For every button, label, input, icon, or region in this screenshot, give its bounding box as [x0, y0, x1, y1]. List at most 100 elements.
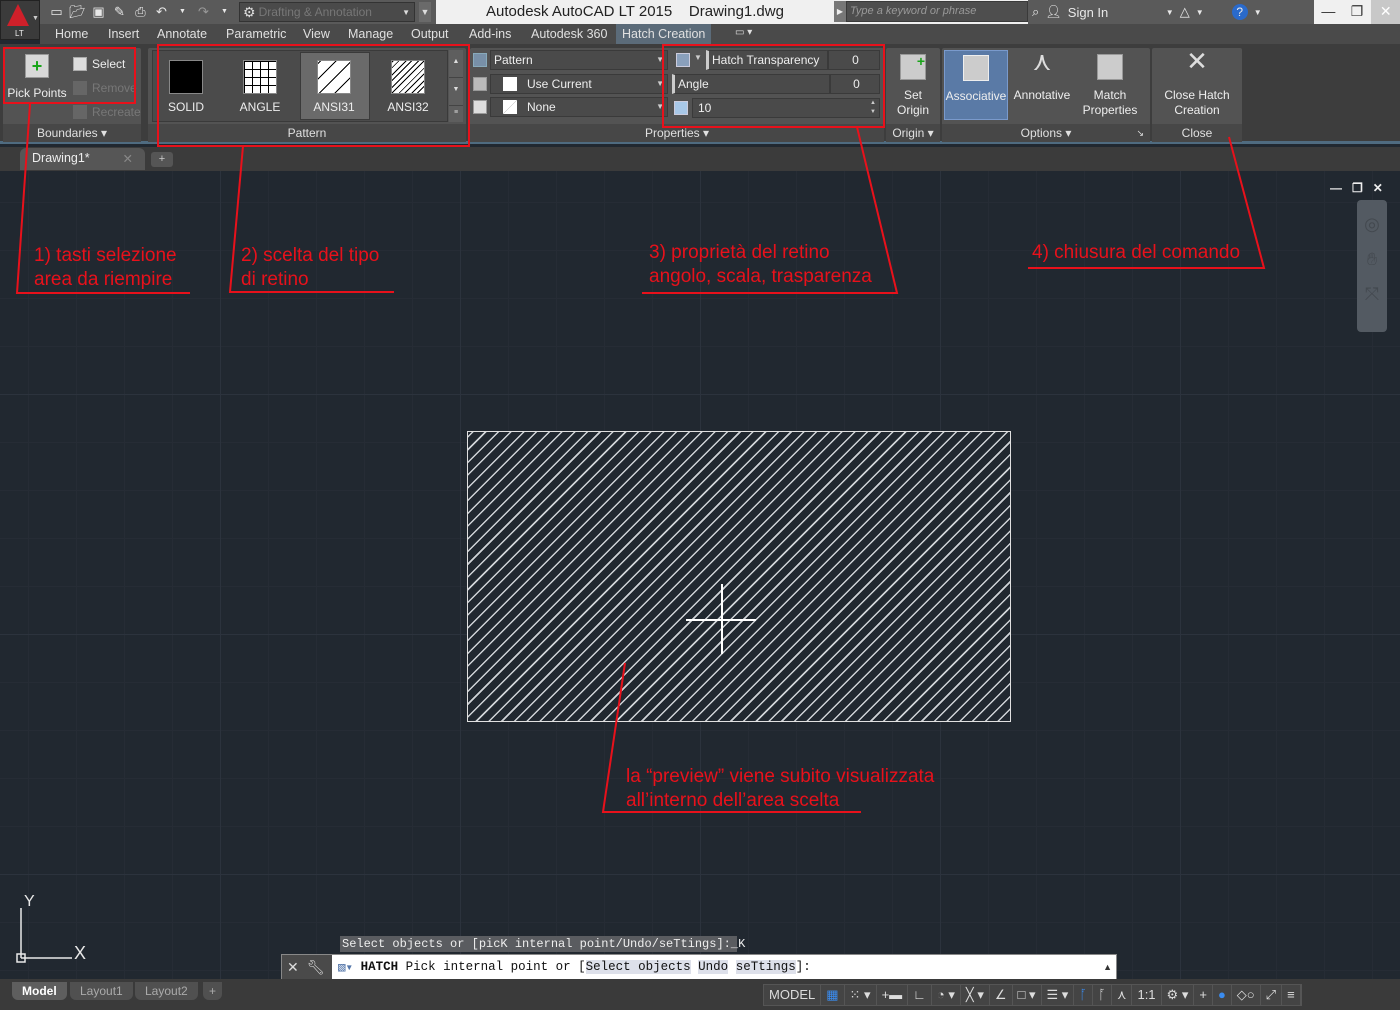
dialog-launcher-icon[interactable]: ↘	[1136, 124, 1144, 142]
application-menu-button[interactable]: LT ▼	[0, 0, 40, 40]
redo-icon[interactable]: ↷	[195, 4, 212, 20]
hatch-scale-field[interactable]: 10 ▲ ▼	[692, 98, 880, 118]
file-tab-drawing1[interactable]: Drawing1* ✕	[20, 148, 145, 170]
workspace-gear-icon[interactable]: ⚙ ▾	[1162, 985, 1195, 1005]
scroll-down-icon[interactable]: ▼	[449, 76, 463, 105]
isolate-objects-icon[interactable]: ●	[1213, 985, 1232, 1005]
tab-annotate[interactable]: Annotate	[157, 27, 207, 41]
tab-insert[interactable]: Insert	[108, 27, 139, 41]
tab-add-ins[interactable]: Add-ins	[469, 27, 511, 41]
undo-icon[interactable]: ↶	[153, 4, 170, 20]
restore-icon[interactable]: ❐	[1343, 0, 1372, 24]
annotative-toggle[interactable]: ⋏ Annotative	[1010, 48, 1074, 103]
gallery-scroll[interactable]: ▲ ▼ ≡	[449, 50, 463, 122]
object-snap-icon[interactable]: □ ▾	[1013, 985, 1042, 1005]
tab-view[interactable]: View	[303, 27, 330, 41]
add-layout-button[interactable]: +	[203, 982, 223, 1000]
option-undo[interactable]: Undo	[698, 960, 729, 974]
command-history-toggle-icon[interactable]: ▲	[1103, 962, 1112, 972]
save-icon[interactable]: ▣	[90, 4, 107, 20]
layout-tab-layout1[interactable]: Layout1	[70, 982, 133, 1000]
sign-in-button[interactable]: Sign In	[1068, 5, 1160, 20]
option-select-objects[interactable]: Select objects	[585, 960, 691, 974]
pattern-angle-swatch[interactable]	[243, 60, 277, 94]
new-tab-button[interactable]: +	[151, 152, 173, 167]
gallery-expand-icon[interactable]: ≡	[449, 104, 463, 122]
hatch-type-dropdown[interactable]: Pattern ▼	[490, 50, 668, 70]
chevron-down-icon[interactable]: ▼	[694, 53, 702, 62]
zoom-extents-icon[interactable]: ⤧	[1357, 284, 1387, 305]
model-space-toggle[interactable]: MODEL	[764, 985, 822, 1005]
pattern-ansi32-swatch[interactable]	[391, 60, 425, 94]
select-button[interactable]: Select	[73, 57, 125, 71]
close-command-icon[interactable]: ✕	[287, 959, 299, 976]
annotation-monitor-icon[interactable]: +	[1194, 985, 1213, 1005]
pattern-ansi31-swatch[interactable]	[317, 60, 351, 94]
hatch-color-dropdown[interactable]: Use Current ▼	[490, 74, 668, 94]
auto-scale-icon[interactable]: ᚪ	[1093, 985, 1112, 1005]
transparency-value[interactable]: 0	[828, 50, 880, 70]
snap-icon[interactable]: ⁙ ▾	[845, 985, 877, 1005]
set-origin-button[interactable]: + Set Origin	[886, 54, 940, 118]
transparency-icon[interactable]	[676, 53, 690, 67]
viewport-close-icon[interactable]: ✕	[1373, 181, 1383, 195]
save-as-icon[interactable]: ✎	[111, 4, 128, 20]
match-properties-button[interactable]: Match Properties	[1076, 54, 1144, 118]
ortho-icon[interactable]: ∟	[908, 985, 932, 1005]
annotative-scale-icon[interactable]: ⋏	[1112, 985, 1133, 1005]
chevron-down-icon[interactable]: ▼	[1254, 8, 1262, 17]
dynamic-input-icon[interactable]: +▬	[877, 985, 909, 1005]
object-snap-tracking-icon[interactable]: ∠	[990, 985, 1013, 1005]
binoculars-icon[interactable]: ⌕	[1032, 4, 1039, 20]
command-line-grip[interactable]: ✕ 🔧︎	[282, 955, 332, 979]
command-line[interactable]: ✕ 🔧︎ ▧▾ HATCH Pick internal point or [ S…	[281, 954, 1117, 980]
origin-panel-label[interactable]: Origin ▾	[886, 124, 940, 142]
layout-tab-layout2[interactable]: Layout2	[135, 982, 198, 1000]
new-icon[interactable]: ▭	[48, 4, 65, 20]
tab-manage[interactable]: Manage	[348, 27, 393, 41]
chevron-down-icon[interactable]: ▼	[1196, 8, 1226, 17]
tab-home[interactable]: Home	[55, 27, 88, 41]
tab-hatch-creation[interactable]: Hatch Creation	[616, 24, 712, 44]
polar-icon[interactable]: ◔ ▾	[932, 985, 961, 1005]
ribbon-minimize-icon[interactable]: ▭ ▾	[735, 27, 752, 38]
isodraft-icon[interactable]: ╳ ▾	[961, 985, 990, 1005]
scroll-up-icon[interactable]: ▲	[449, 50, 463, 77]
angle-value[interactable]: 0	[830, 74, 880, 94]
customize-wrench-icon[interactable]: 🔧︎	[307, 959, 325, 976]
option-settings[interactable]: seTtings	[735, 960, 796, 974]
undo-dropdown-icon[interactable]: ▼	[174, 4, 191, 20]
customize-qat-button[interactable]: ▼	[419, 2, 431, 22]
associative-toggle[interactable]: Associative	[944, 50, 1008, 120]
expand-icon[interactable]: ▶	[834, 1, 846, 22]
steering-wheel-icon[interactable]: ◎	[1357, 214, 1387, 235]
options-panel-label[interactable]: Options ▾ ↘	[942, 124, 1150, 142]
tab-parametric[interactable]: Parametric	[226, 27, 286, 41]
recent-commands-icon[interactable]: ▧▾	[338, 959, 361, 975]
boundaries-panel-label[interactable]: Boundaries ▾	[3, 124, 141, 142]
search-box[interactable]: ▶ Type a keyword or phrase	[834, 1, 1028, 22]
recreate-button[interactable]: Recreate	[73, 105, 141, 119]
hatch-transparency-slider[interactable]: Hatch Transparency	[706, 50, 828, 70]
hatch-preview-area[interactable]	[467, 431, 1011, 722]
viewport-restore-icon[interactable]: ❐	[1352, 181, 1363, 195]
redo-dropdown-icon[interactable]: ▼	[216, 4, 233, 20]
grid-icon[interactable]: ▦	[821, 985, 845, 1005]
annotation-visibility-icon[interactable]: ᚪ	[1074, 985, 1094, 1005]
open-icon[interactable]: 📂︎	[69, 4, 86, 20]
customization-menu-icon[interactable]: ≡	[1282, 985, 1301, 1005]
chevron-down-icon[interactable]: ▼	[1166, 8, 1174, 17]
autodesk-exchange-icon[interactable]: △	[1180, 4, 1190, 20]
help-icon[interactable]: ?	[1231, 4, 1248, 20]
viewport-minimize-icon[interactable]: —	[1330, 181, 1342, 195]
pattern-solid-swatch[interactable]	[169, 60, 203, 94]
lineweight-icon[interactable]: ☰ ▾	[1042, 985, 1075, 1005]
tab-autodesk-360[interactable]: Autodesk 360	[531, 27, 607, 41]
properties-panel-label[interactable]: Properties ▾	[470, 124, 884, 142]
graphics-performance-icon[interactable]: ◇○	[1232, 985, 1261, 1005]
pan-hand-icon[interactable]: ✋︎	[1357, 249, 1387, 270]
search-input[interactable]: Type a keyword or phrase	[846, 1, 1028, 22]
pick-points-button[interactable]: + Pick Points	[5, 54, 69, 101]
close-icon[interactable]: ✕	[1371, 0, 1400, 24]
remove-button[interactable]: Remove	[73, 81, 137, 95]
